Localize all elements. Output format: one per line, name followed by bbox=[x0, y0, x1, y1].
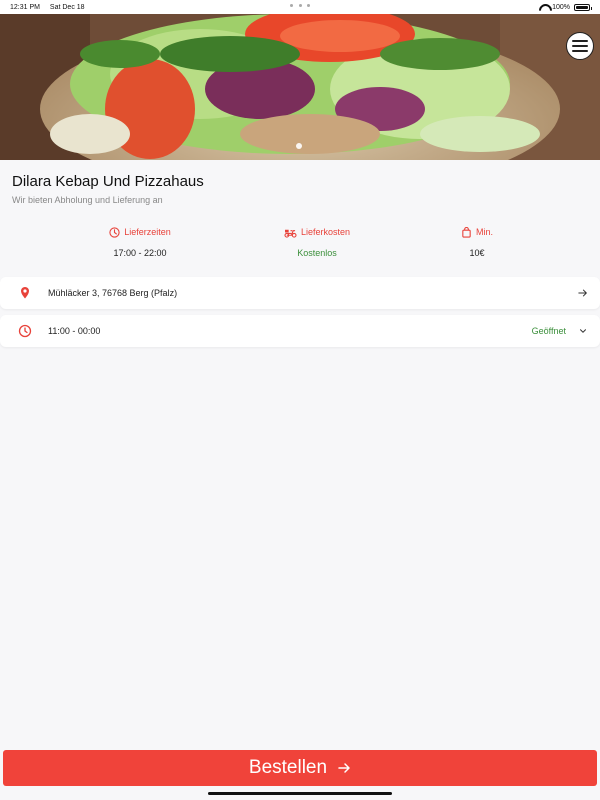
restaurant-name: Dilara Kebap Und Pizzahaus bbox=[12, 173, 204, 190]
bag-icon bbox=[462, 226, 471, 238]
minimum-value: 10€ bbox=[469, 248, 485, 258]
info-delivery-times: Lieferzeiten 17:00 - 22:00 bbox=[80, 226, 200, 258]
restaurant-tagline: Wir bieten Abholung und Lieferung an bbox=[12, 195, 163, 205]
food-photo bbox=[0, 14, 600, 160]
menu-icon-line bbox=[572, 45, 588, 47]
delivery-times-value: 17:00 - 22:00 bbox=[113, 248, 167, 258]
order-button-label: Bestellen bbox=[248, 757, 328, 778]
open-status: Geöffnet bbox=[531, 326, 566, 336]
battery-icon bbox=[574, 3, 592, 11]
menu-button[interactable] bbox=[566, 32, 594, 60]
status-right: 100% bbox=[539, 3, 592, 11]
opening-hours-row[interactable]: 11:00 - 00:00 Geöffnet bbox=[0, 315, 600, 347]
info-minimum-order: Min. 10€ bbox=[417, 226, 537, 258]
battery-fill bbox=[576, 5, 588, 9]
battery-percent: 100% bbox=[552, 3, 570, 11]
menu-icon-line bbox=[572, 40, 588, 42]
status-left: 12:31 PM Sat Dec 18 bbox=[10, 4, 93, 11]
wifi-icon bbox=[539, 4, 548, 11]
menu-icon-line bbox=[572, 50, 588, 52]
status-time: 12:31 PM bbox=[10, 3, 40, 11]
address-text: Mühläcker 3, 76768 Berg (Pfalz) bbox=[48, 288, 178, 298]
arrow-right-icon bbox=[338, 763, 350, 773]
multitasking-dots[interactable] bbox=[290, 4, 310, 8]
home-indicator[interactable] bbox=[208, 792, 392, 795]
clock-icon bbox=[109, 226, 120, 238]
opening-hours-text: 11:00 - 00:00 bbox=[48, 326, 101, 336]
carousel-page-indicator[interactable] bbox=[296, 143, 302, 149]
delivery-cost-value: Kostenlos bbox=[297, 248, 337, 258]
clock-icon bbox=[18, 324, 32, 338]
delivery-times-label: Lieferzeiten bbox=[124, 227, 171, 237]
delivery-cost-label: Lieferkosten bbox=[300, 227, 351, 237]
arrow-right-icon[interactable] bbox=[578, 288, 588, 298]
status-date: Sat Dec 18 bbox=[49, 3, 85, 11]
address-row[interactable]: Mühläcker 3, 76768 Berg (Pfalz) bbox=[0, 277, 600, 309]
minimum-label: Min. bbox=[475, 227, 493, 237]
info-delivery-cost: Lieferkosten Kostenlos bbox=[257, 226, 377, 258]
location-pin-icon bbox=[21, 287, 29, 299]
chevron-down-icon[interactable] bbox=[578, 326, 588, 336]
order-button[interactable]: Bestellen bbox=[3, 750, 597, 786]
scooter-icon bbox=[284, 229, 297, 238]
hero-image[interactable] bbox=[0, 14, 600, 160]
